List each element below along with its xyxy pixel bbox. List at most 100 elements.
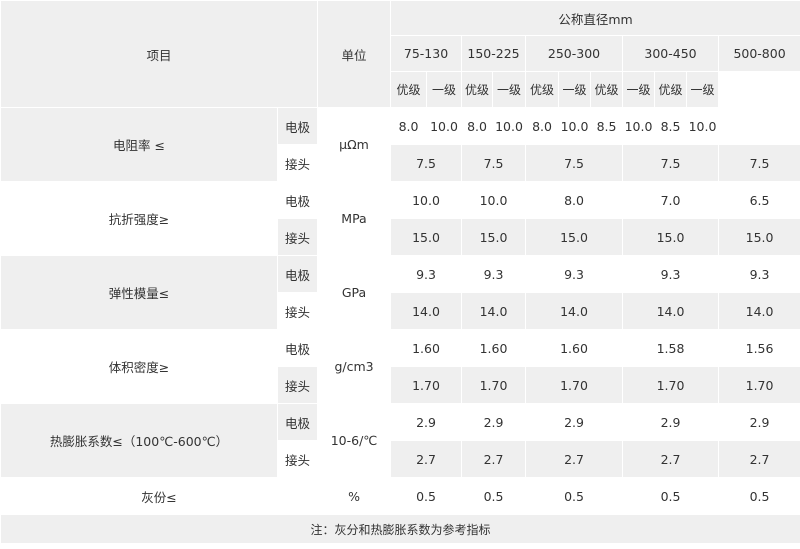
value-cell: 7.5 <box>525 144 624 182</box>
range-500-800: 500-800 <box>718 35 800 72</box>
row-label: 电阻率 ≤ <box>0 107 278 182</box>
value-cell: 2.9 <box>525 403 624 441</box>
value-cell: 1.70 <box>718 366 800 404</box>
value-cell: 15.0 <box>622 218 720 256</box>
row-label: 弹性模量≤ <box>0 255 278 330</box>
value-cell: 0.5 <box>718 477 800 515</box>
row-label: 灰份≤ <box>0 477 319 515</box>
value-cell: 8.0 <box>390 107 428 145</box>
grade-cell: 优级 <box>525 71 560 108</box>
value-cell: 14.0 <box>390 292 463 330</box>
value-cell: 7.5 <box>390 144 463 182</box>
row-unit: g/cm3 <box>317 329 392 404</box>
value-cell: 14.0 <box>525 292 624 330</box>
value-cell: 9.3 <box>622 255 720 293</box>
value-cell: 1.70 <box>622 366 720 404</box>
value-cell: 8.0 <box>525 107 560 145</box>
value-cell: 10.0 <box>390 181 463 219</box>
row-label: 体积密度≥ <box>0 329 278 404</box>
value-cell: 10.0 <box>492 107 527 145</box>
row-unit: μΩm <box>317 107 392 182</box>
table-row: 体积密度≥ 电极 g/cm3 1.60 1.60 1.60 1.58 1.56 <box>0 329 800 404</box>
value-cell: 0.5 <box>461 477 527 515</box>
grade-cell: 优级 <box>390 71 428 108</box>
grade-cell: 优级 <box>590 71 624 108</box>
value-cell: 8.0 <box>525 181 624 219</box>
empty-cell <box>718 107 800 145</box>
electrode-label: 电极 <box>276 403 319 441</box>
value-cell: 9.3 <box>525 255 624 293</box>
header-item: 项目 <box>0 0 319 108</box>
value-cell: 14.0 <box>622 292 720 330</box>
value-cell: 1.70 <box>461 366 527 404</box>
joint-label: 接头 <box>276 366 319 404</box>
value-cell: 15.0 <box>525 218 624 256</box>
row-label: 抗折强度≥ <box>0 181 278 256</box>
grade-cell: 一级 <box>558 71 592 108</box>
range-75-130: 75-130 <box>390 35 463 72</box>
grade-cell: 优级 <box>461 71 494 108</box>
value-cell: 0.5 <box>525 477 624 515</box>
value-cell: 8.0 <box>461 107 494 145</box>
value-cell: 9.3 <box>718 255 800 293</box>
joint-label: 接头 <box>276 144 319 182</box>
table-row: 热膨胀系数≤（100℃-600℃） 电极 10-6/℃ 2.9 2.9 2.9 … <box>0 403 800 478</box>
range-300-450: 300-450 <box>622 35 720 72</box>
grade-cell: 优级 <box>654 71 688 108</box>
value-cell: 1.60 <box>461 329 527 367</box>
value-cell: 8.5 <box>654 107 688 145</box>
value-cell: 7.5 <box>622 144 720 182</box>
value-cell: 14.0 <box>718 292 800 330</box>
value-cell: 6.5 <box>718 181 800 219</box>
spec-table: 项目 单位 公称直径mm 75-130 150-225 250-300 300-… <box>0 0 800 544</box>
value-cell: 1.60 <box>525 329 624 367</box>
value-cell: 2.7 <box>525 440 624 478</box>
value-cell: 8.5 <box>590 107 624 145</box>
value-cell: 7.5 <box>461 144 527 182</box>
value-cell: 9.3 <box>461 255 527 293</box>
joint-label: 接头 <box>276 292 319 330</box>
value-cell: 2.7 <box>622 440 720 478</box>
value-cell: 2.7 <box>390 440 463 478</box>
value-cell: 1.70 <box>390 366 463 404</box>
range-150-225: 150-225 <box>461 35 527 72</box>
value-cell: 1.60 <box>390 329 463 367</box>
value-cell: 2.9 <box>390 403 463 441</box>
table-row: 弹性模量≤ 电极 GPa 9.3 9.3 9.3 9.3 9.3 <box>0 255 800 330</box>
value-cell: 0.5 <box>390 477 463 515</box>
row-unit: % <box>317 477 392 515</box>
electrode-label: 电极 <box>276 329 319 367</box>
joint-label: 接头 <box>276 440 319 478</box>
value-cell: 2.9 <box>622 403 720 441</box>
value-cell: 9.3 <box>390 255 463 293</box>
value-cell: 2.9 <box>461 403 527 441</box>
value-cell: 10.0 <box>686 107 720 145</box>
electrode-label: 电极 <box>276 255 319 293</box>
value-cell: 2.7 <box>718 440 800 478</box>
grade-cell: 一级 <box>426 71 463 108</box>
row-label: 热膨胀系数≤（100℃-600℃） <box>0 403 278 478</box>
header-unit: 单位 <box>317 0 392 108</box>
empty-cell <box>718 71 800 108</box>
footnote: 注：灰分和热膨胀系数为参考指标 <box>0 514 800 544</box>
grade-cell: 一级 <box>492 71 527 108</box>
electrode-label: 电极 <box>276 107 319 145</box>
grade-cell: 一级 <box>622 71 656 108</box>
range-250-300: 250-300 <box>525 35 624 72</box>
joint-label: 接头 <box>276 218 319 256</box>
row-unit: 10-6/℃ <box>317 403 392 478</box>
electrode-label: 电极 <box>276 181 319 219</box>
value-cell: 1.70 <box>525 366 624 404</box>
value-cell: 2.9 <box>718 403 800 441</box>
grade-cell: 一级 <box>686 71 720 108</box>
value-cell: 1.58 <box>622 329 720 367</box>
value-cell: 10.0 <box>558 107 592 145</box>
row-unit: GPa <box>317 255 392 330</box>
value-cell: 15.0 <box>461 218 527 256</box>
header-diameter: 公称直径mm <box>390 0 800 36</box>
value-cell: 14.0 <box>461 292 527 330</box>
value-cell: 1.56 <box>718 329 800 367</box>
value-cell: 15.0 <box>718 218 800 256</box>
value-cell: 7.0 <box>622 181 720 219</box>
row-unit: MPa <box>317 181 392 256</box>
